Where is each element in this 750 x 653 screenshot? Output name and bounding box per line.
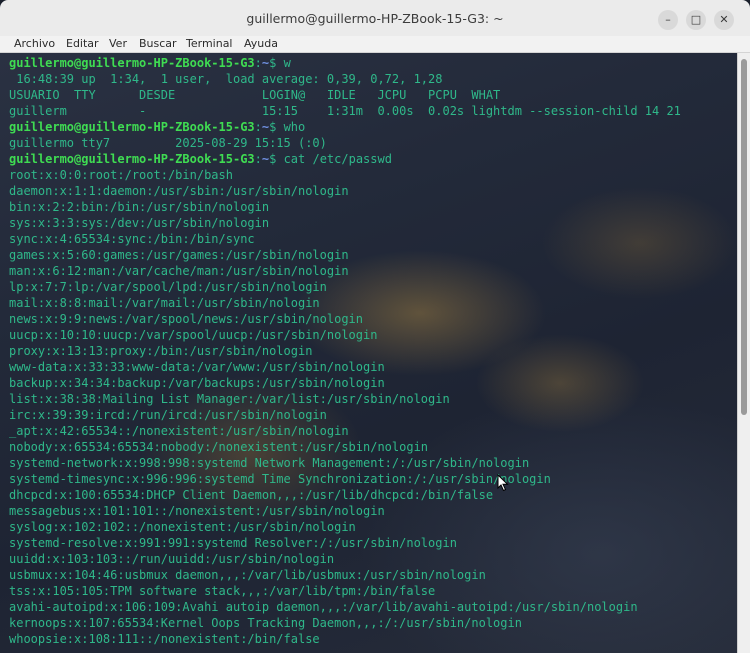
output-line: root:x:0:0:root:/root:/bin/bash [9,168,233,182]
mouse-pointer-icon [497,474,509,492]
prompt-line: guillermo@guillermo-HP-ZBook-15-G3:~$ ca… [9,151,681,167]
scrollbar-thumb[interactable] [741,59,747,415]
prompt-colon: : [254,152,262,166]
command-text: cat /etc/passwd [276,152,392,166]
scrollbar[interactable] [737,53,750,653]
prompt-user-host: guillermo@guillermo-HP-ZBook-15-G3 [9,152,255,166]
menu-ayuda[interactable]: Ayuda [243,36,279,52]
output-line: messagebus:x:101:101::/nonexistent:/usr/… [9,504,385,518]
prompt-line: guillermo@guillermo-HP-ZBook-15-G3:~$ w [9,55,681,71]
output-line: usbmux:x:104:46:usbmux daemon,,,:/var/li… [9,568,486,582]
terminal-window: guillermo@guillermo-HP-ZBook-15-G3: ~ – … [0,0,750,653]
terminal-output: guillermo@guillermo-HP-ZBook-15-G3:~$ w … [9,55,681,647]
command-text: who [276,120,306,134]
output-line: tss:x:105:105:TPM software stack,,,:/var… [9,584,436,598]
prompt-user-host: guillermo@guillermo-HP-ZBook-15-G3 [9,120,255,134]
command-text: w [276,56,291,70]
output-line: USUARIO TTY DESDE LOGIN@ IDLE JCPU PCPU … [9,88,501,102]
terminal-area[interactable]: guillermo@guillermo-HP-ZBook-15-G3:~$ w … [0,53,737,653]
title-bar[interactable]: guillermo@guillermo-HP-ZBook-15-G3: ~ – … [0,0,750,37]
menu-archivo[interactable]: Archivo [13,36,56,52]
output-line: games:x:5:60:games:/usr/games:/usr/sbin/… [9,248,349,262]
prompt-user-host: guillermo@guillermo-HP-ZBook-15-G3 [9,56,255,70]
output-line: systemd-resolve:x:991:991:systemd Resolv… [9,536,457,550]
output-line: lp:x:7:7:lp:/var/spool/lpd:/usr/sbin/nol… [9,280,327,294]
output-line: uuidd:x:103:103::/run/uuidd:/usr/sbin/no… [9,552,335,566]
window-title: guillermo@guillermo-HP-ZBook-15-G3: ~ [246,11,504,26]
output-line: syslog:x:102:102::/nonexistent:/usr/sbin… [9,520,356,534]
output-line: uucp:x:10:10:uucp:/var/spool/uucp:/usr/s… [9,328,378,342]
minimize-button[interactable]: – [658,10,678,30]
menu-buscar[interactable]: Buscar [138,36,178,52]
menu-editar[interactable]: Editar [65,36,100,52]
output-line: nobody:x:65534:65534:nobody:/nonexistent… [9,440,429,454]
output-line: systemd-network:x:998:998:systemd Networ… [9,456,530,470]
output-line: sync:x:4:65534:sync:/bin:/bin/sync [9,232,255,246]
output-line: man:x:6:12:man:/var/cache/man:/usr/sbin/… [9,264,349,278]
output-line: dhcpcd:x:100:65534:DHCP Client Daemon,,,… [9,488,494,502]
output-line: sys:x:3:3:sys:/dev:/usr/sbin/nologin [9,216,270,230]
output-line: backup:x:34:34:backup:/var/backups:/usr/… [9,376,385,390]
output-line: irc:x:39:39:ircd:/run/ircd:/usr/sbin/nol… [9,408,327,422]
output-line: kernoops:x:107:65534:Kernel Oops Trackin… [9,616,522,630]
output-line: _apt:x:42:65534::/nonexistent:/usr/sbin/… [9,424,349,438]
maximize-button[interactable]: □ [686,10,706,30]
output-line: daemon:x:1:1:daemon:/usr/sbin:/usr/sbin/… [9,184,349,198]
output-line: 16:48:39 up 1:34, 1 user, load average: … [9,72,443,86]
output-line: proxy:x:13:13:proxy:/bin:/usr/sbin/nolog… [9,344,313,358]
menu-bar: Archivo Editar Ver Buscar Terminal Ayuda [0,36,750,53]
output-line: www-data:x:33:33:www-data:/var/www:/usr/… [9,360,385,374]
output-line: list:x:38:38:Mailing List Manager:/var/l… [9,392,450,406]
output-line: bin:x:2:2:bin:/bin:/usr/sbin/nologin [9,200,270,214]
close-button[interactable]: ✕ [714,10,734,30]
output-line: guillerm - 15:15 1:31m 0.00s 0.02s light… [9,104,681,118]
menu-terminal[interactable]: Terminal [185,36,234,52]
output-line: avahi-autoipd:x:106:109:Avahi autoip dae… [9,600,638,614]
output-line: guillermo tty7 2025-08-29 15:15 (:0) [9,136,327,150]
prompt-line: guillermo@guillermo-HP-ZBook-15-G3:~$ wh… [9,119,681,135]
prompt-colon: : [254,120,262,134]
output-line: whoopsie:x:108:111::/nonexistent:/bin/fa… [9,632,320,646]
menu-ver[interactable]: Ver [108,36,128,52]
prompt-colon: : [254,56,262,70]
output-line: systemd-timesync:x:996:996:systemd Time … [9,472,551,486]
output-line: mail:x:8:8:mail:/var/mail:/usr/sbin/nolo… [9,296,320,310]
output-line: news:x:9:9:news:/var/spool/news:/usr/sbi… [9,312,364,326]
